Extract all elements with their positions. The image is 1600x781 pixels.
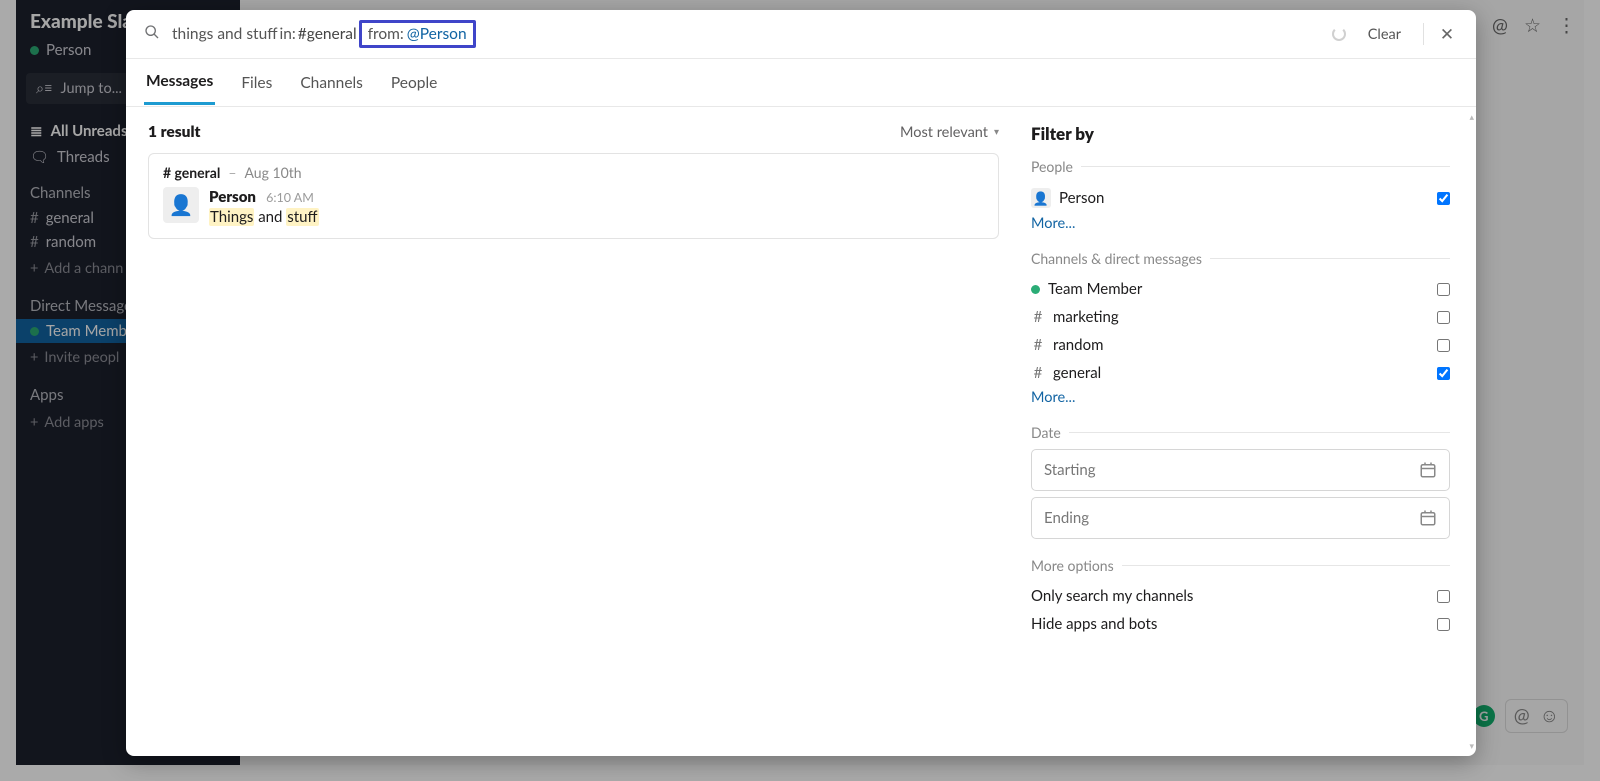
calendar-icon bbox=[1419, 461, 1437, 479]
sort-dropdown[interactable]: Most relevant ▾ bbox=[900, 124, 999, 141]
filter-opt-hide-apps[interactable]: Hide apps and bots bbox=[1031, 610, 1450, 638]
results-header: 1 result Most relevant ▾ bbox=[148, 123, 999, 141]
filter-cdm-row[interactable]: # general bbox=[1031, 359, 1450, 387]
hash-icon: # bbox=[1031, 364, 1045, 382]
avatar[interactable]: 👤 bbox=[163, 187, 199, 223]
cdm-name: general bbox=[1053, 364, 1101, 382]
results-count: 1 result bbox=[148, 123, 200, 141]
result-date: Aug 10th bbox=[244, 164, 301, 181]
highlight-1: Things bbox=[209, 208, 254, 226]
search-overlay: things and stuff in: # general from: @Per… bbox=[126, 10, 1476, 756]
filter-cdm-row[interactable]: # random bbox=[1031, 331, 1450, 359]
dash: – bbox=[228, 164, 236, 181]
opt1-checkbox[interactable] bbox=[1437, 590, 1450, 603]
opt1-label: Only search my channels bbox=[1031, 587, 1193, 605]
scroll-up-icon[interactable]: ▴ bbox=[1469, 111, 1474, 123]
cdm-name: random bbox=[1053, 336, 1103, 354]
search-bar: things and stuff in: #general from: @Per… bbox=[126, 10, 1476, 59]
query-from-token: from: @Person bbox=[359, 20, 476, 48]
calendar-icon bbox=[1419, 509, 1437, 527]
search-query-display[interactable]: things and stuff in: #general from: @Per… bbox=[172, 20, 1320, 48]
search-tabs: Messages Files Channels People bbox=[126, 59, 1476, 107]
opt2-checkbox[interactable] bbox=[1437, 618, 1450, 631]
filter-person-name: Person bbox=[1059, 189, 1104, 207]
filter-title: Filter by bbox=[1031, 123, 1450, 144]
cdm-more-link[interactable]: More... bbox=[1031, 389, 1075, 406]
avatar: 👤 bbox=[1031, 188, 1051, 208]
result-sender[interactable]: Person bbox=[209, 188, 256, 206]
search-result-card[interactable]: # general – Aug 10th 👤 Person 6:10 AM Th… bbox=[148, 153, 999, 239]
result-time: 6:10 AM bbox=[266, 190, 314, 205]
query-from-label: from: bbox=[368, 25, 404, 43]
chevron-down-icon: ▾ bbox=[994, 126, 999, 138]
result-channel-row: # general – Aug 10th bbox=[163, 164, 984, 181]
filter-cdm-row[interactable]: Team Member bbox=[1031, 275, 1450, 303]
result-channel[interactable]: # general bbox=[163, 164, 220, 181]
result-message: 👤 Person 6:10 AM Things and stuff bbox=[163, 187, 984, 226]
people-more-link[interactable]: More... bbox=[1031, 215, 1075, 232]
date-label: Date bbox=[1031, 424, 1061, 441]
divider bbox=[1081, 166, 1450, 167]
hash-icon: # bbox=[1031, 308, 1045, 326]
filter-scrollbar[interactable]: ▴ ▾ bbox=[1462, 107, 1476, 756]
search-results-pane: 1 result Most relevant ▾ # general – Aug… bbox=[126, 107, 1021, 756]
filter-cdm-row[interactable]: # marketing bbox=[1031, 303, 1450, 331]
query-in-value: #general bbox=[298, 25, 357, 43]
app-root: Example Sla Person ⌕≡ Jump to... ≣ All U… bbox=[16, 0, 1584, 765]
opt2-label: Hide apps and bots bbox=[1031, 615, 1157, 633]
close-icon[interactable]: ✕ bbox=[1436, 23, 1458, 45]
highlight-2: stuff bbox=[286, 208, 318, 226]
query-from-value: @Person bbox=[407, 25, 467, 43]
cdm-label: Channels & direct messages bbox=[1031, 250, 1202, 267]
tab-files[interactable]: Files bbox=[239, 62, 274, 104]
sort-label: Most relevant bbox=[900, 124, 988, 141]
presence-dot-icon bbox=[1031, 285, 1040, 294]
tab-channels[interactable]: Channels bbox=[298, 62, 365, 104]
result-text: Things and stuff bbox=[209, 208, 319, 226]
date-start-input[interactable]: Starting bbox=[1031, 449, 1450, 491]
date-end-label: Ending bbox=[1044, 509, 1089, 527]
cdm-name: marketing bbox=[1053, 308, 1119, 326]
filter-cdm-checkbox[interactable] bbox=[1437, 367, 1450, 380]
filter-opt-only-my-channels[interactable]: Only search my channels bbox=[1031, 582, 1450, 610]
date-end-input[interactable]: Ending bbox=[1031, 497, 1450, 539]
search-body: 1 result Most relevant ▾ # general – Aug… bbox=[126, 107, 1476, 756]
more-options-label: More options bbox=[1031, 557, 1114, 574]
search-icon bbox=[144, 24, 160, 44]
query-text: things and stuff bbox=[172, 25, 278, 43]
date-start-label: Starting bbox=[1044, 461, 1096, 479]
filter-cdm-checkbox[interactable] bbox=[1437, 283, 1450, 296]
filter-group-more-options: More options bbox=[1031, 557, 1450, 574]
filter-group-people: People bbox=[1031, 158, 1450, 175]
tab-messages[interactable]: Messages bbox=[144, 60, 215, 105]
divider bbox=[1069, 432, 1450, 433]
scroll-down-icon[interactable]: ▾ bbox=[1469, 740, 1474, 752]
filter-pane: Filter by People 👤 Person More... Channe… bbox=[1021, 107, 1476, 756]
query-in-label: in: bbox=[280, 25, 296, 43]
people-label: People bbox=[1031, 158, 1073, 175]
tab-people[interactable]: People bbox=[389, 62, 439, 104]
filter-cdm-checkbox[interactable] bbox=[1437, 311, 1450, 324]
cdm-name: Team Member bbox=[1048, 280, 1142, 298]
filter-group-date: Date bbox=[1031, 424, 1450, 441]
hash-icon: # bbox=[1031, 336, 1045, 354]
divider bbox=[1210, 258, 1450, 259]
text-mid: and bbox=[254, 208, 286, 226]
loading-spinner-icon bbox=[1332, 27, 1346, 41]
filter-person-row[interactable]: 👤 Person bbox=[1031, 183, 1450, 213]
filter-person-checkbox[interactable] bbox=[1437, 192, 1450, 205]
separator bbox=[1423, 23, 1424, 45]
filter-cdm-checkbox[interactable] bbox=[1437, 339, 1450, 352]
divider bbox=[1122, 565, 1450, 566]
filter-group-cdm: Channels & direct messages bbox=[1031, 250, 1450, 267]
clear-button[interactable]: Clear bbox=[1358, 26, 1411, 43]
